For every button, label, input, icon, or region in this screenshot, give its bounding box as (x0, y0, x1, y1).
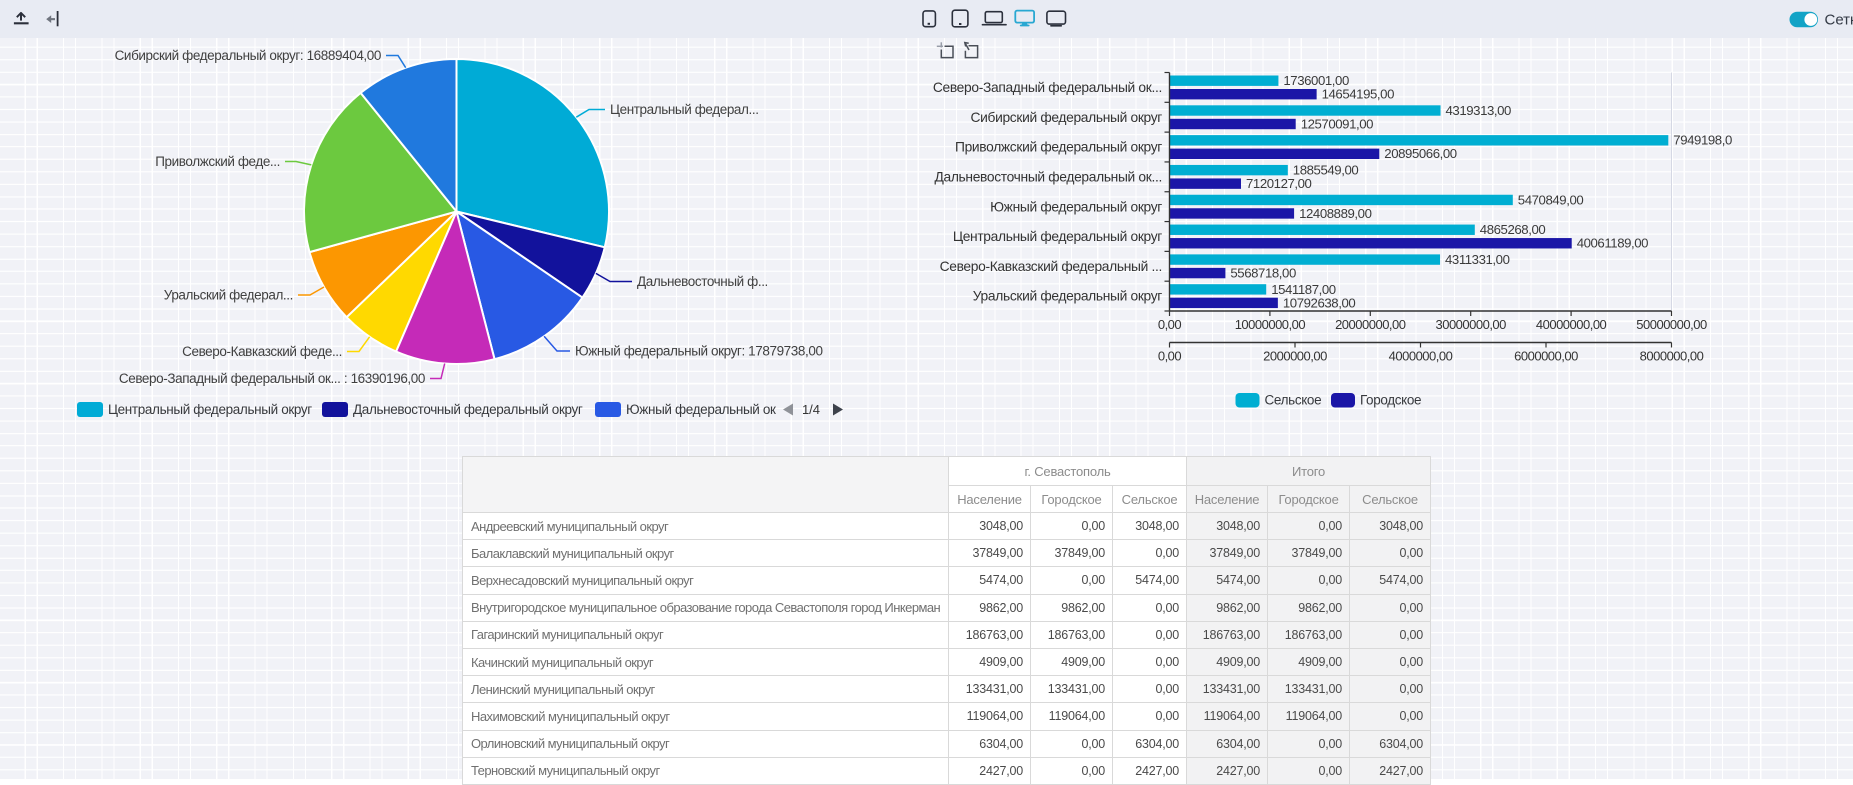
svg-text:0,00: 0,00 (1158, 317, 1182, 332)
svg-text:Городское: Городское (1360, 393, 1421, 408)
svg-text:7120127,00: 7120127,00 (1246, 176, 1312, 191)
svg-text:12570091,00: 12570091,00 (1301, 116, 1373, 131)
svg-text:Южный федеральный округ: Южный федеральный округ (990, 199, 1162, 214)
svg-text:Уральский федеральный округ: Уральский федеральный округ (973, 289, 1163, 304)
svg-text:1/4: 1/4 (802, 402, 820, 417)
svg-text:12408889,00: 12408889,00 (1299, 206, 1371, 221)
svg-text:Центральный федеральный округ: Центральный федеральный округ (953, 229, 1162, 244)
svg-text:Южный федеральный округ: 17879: Южный федеральный округ: 17879738,00 (575, 344, 823, 359)
svg-text:Центральный федеральный округ: Центральный федеральный округ (108, 402, 312, 417)
svg-text:10792638,00: 10792638,00 (1283, 295, 1355, 310)
svg-text:7949198,00: 7949198,00 (1673, 133, 1732, 148)
svg-text:Сетка: Сетка (1825, 11, 1853, 28)
svg-text:4865268,00: 4865268,00 (1480, 222, 1546, 237)
svg-text:6000000,00: 6000000,00 (1514, 349, 1578, 364)
svg-text:Сибирский федеральный округ: 1: Сибирский федеральный округ: 16889404,00 (115, 48, 381, 63)
svg-text:Приволжский феде...: Приволжский феде... (155, 154, 280, 169)
svg-text:Северо-Кавказский феде...: Северо-Кавказский феде... (182, 344, 342, 359)
svg-text:4319313,00: 4319313,00 (1446, 103, 1512, 118)
svg-text:Сибирский федеральный округ: Сибирский федеральный округ (971, 110, 1163, 125)
svg-text:14654195,00: 14654195,00 (1322, 87, 1394, 102)
svg-text:20000000,00: 20000000,00 (1335, 317, 1406, 332)
svg-text:0,00: 0,00 (1158, 349, 1182, 364)
svg-text:40000000,00: 40000000,00 (1536, 317, 1607, 332)
svg-text:Уральский федерал...: Уральский федерал... (164, 288, 293, 303)
svg-text:Сельское: Сельское (1265, 393, 1322, 408)
svg-text:Северо-Западный федеральный ок: Северо-Западный федеральный ок... : 1639… (119, 371, 425, 386)
svg-text:20895066,00: 20895066,00 (1384, 146, 1456, 161)
svg-text:Северо-Кавказский федеральный: Северо-Кавказский федеральный ... (940, 259, 1162, 274)
svg-text:Центральный федерал...: Центральный федерал... (610, 102, 759, 117)
svg-text:Северо-Западный федеральный ок: Северо-Западный федеральный ок... (933, 80, 1162, 95)
svg-text:40061189,00: 40061189,00 (1577, 236, 1648, 251)
svg-text:10000000,00: 10000000,00 (1235, 317, 1306, 332)
svg-text:Приволжский федеральный округ: Приволжский федеральный округ (955, 140, 1162, 155)
svg-text:5470849,00: 5470849,00 (1518, 192, 1584, 207)
svg-text:30000000,00: 30000000,00 (1435, 317, 1506, 332)
svg-text:Дальневосточный ф...: Дальневосточный ф... (637, 274, 768, 289)
svg-text:5568718,00: 5568718,00 (1230, 266, 1296, 281)
svg-text:50000000,00: 50000000,00 (1636, 317, 1707, 332)
svg-text:Южный федеральный ок: Южный федеральный ок (626, 402, 776, 417)
svg-text:Дальневосточный федеральный ок: Дальневосточный федеральный округ (353, 402, 583, 417)
svg-text:4000000,00: 4000000,00 (1389, 349, 1453, 364)
svg-text:2000000,00: 2000000,00 (1263, 349, 1327, 364)
svg-text:4311331,00: 4311331,00 (1445, 252, 1510, 267)
svg-text:Дальневосточный федеральный ок: Дальневосточный федеральный ок... (934, 169, 1162, 184)
svg-text:8000000,00: 8000000,00 (1640, 349, 1704, 364)
